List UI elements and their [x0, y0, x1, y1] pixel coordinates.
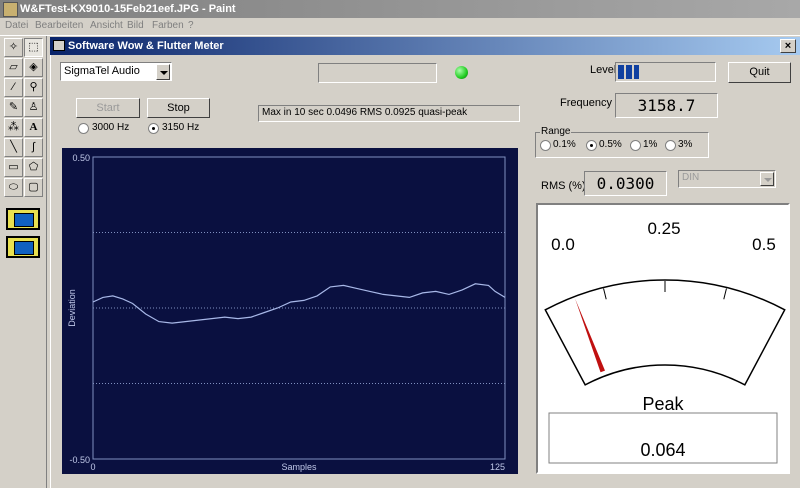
stop-button[interactable]: Stop — [147, 98, 210, 118]
deviation-series-line-0 — [92, 283, 506, 324]
close-icon[interactable]: × — [780, 39, 796, 53]
audio-device-select[interactable]: SigmaTel Audio — [60, 62, 172, 81]
weighting-dropdown-arrow-icon[interactable] — [760, 172, 774, 186]
start-button[interactable]: Start — [76, 98, 140, 118]
freq-option-3000: 3000 Hz — [92, 122, 130, 133]
paint-title-bar[interactable]: W&FTest-KX9010-15Feb21eef.JPG - Paint — [0, 0, 800, 18]
plot-frame — [92, 156, 506, 460]
airbrush-icon[interactable]: ⁂ — [4, 118, 23, 137]
rms-display: 0.0300 — [584, 171, 667, 196]
free-select-icon[interactable]: ✧ — [4, 38, 23, 57]
y-tick-top: 0.50 — [72, 153, 90, 163]
range-radio-0.5[interactable] — [586, 140, 597, 151]
status-text: Max in 10 sec 0.0496 RMS 0.0925 quasi-pe… — [262, 107, 468, 118]
text-tool-icon[interactable]: A — [24, 118, 43, 137]
dropdown-arrow-icon[interactable] — [156, 64, 170, 80]
signal-led-indicator — [455, 66, 468, 79]
peak-label: Peak — [642, 394, 684, 414]
x-tick-right: 125 — [490, 462, 505, 472]
range-option-3: 3% — [678, 139, 693, 150]
freq-radio-3150[interactable] — [148, 123, 159, 134]
peak-meter: 0.0 0.25 0.5 Peak 0.064 — [544, 219, 786, 464]
meter-scale-label-1: 0.25 — [647, 219, 680, 238]
range-option-0.1: 0.1% — [553, 139, 576, 150]
menu-bearbeiten[interactable]: Bearbeiten — [35, 20, 83, 31]
weighting-value: DIN — [682, 172, 700, 183]
menu-datei[interactable]: Datei — [5, 20, 28, 31]
range-label: Range — [540, 126, 572, 137]
app-window-title: Software Wow & Flutter Meter — [68, 40, 224, 52]
meter-scale-label-0: 0.0 — [551, 235, 575, 254]
frequency-label: Frequency — [560, 97, 612, 109]
range-radio-0.1[interactable] — [540, 140, 551, 151]
quit-button[interactable]: Quit — [728, 62, 791, 83]
opaque-mode-icon[interactable] — [6, 236, 40, 258]
y-tick-bottom: -0.50 — [69, 455, 90, 465]
app-icon — [53, 40, 65, 51]
app-title-bar[interactable]: Software Wow & Flutter Meter × — [50, 37, 800, 55]
x-tick-left: 0 — [90, 462, 95, 472]
transparent-mode-icon[interactable] — [6, 208, 40, 230]
paint-menu-bar: Datei Bearbeiten Ansicht Bild Farben ? — [0, 18, 800, 36]
meter-scale-label-2: 0.5 — [752, 235, 776, 254]
menu-ansicht[interactable]: Ansicht — [90, 20, 123, 31]
menu-bild[interactable]: Bild — [127, 20, 144, 31]
weighting-select[interactable]: DIN — [678, 170, 776, 188]
range-option-1: 1% — [643, 139, 658, 150]
deviation-plot: 0.50 -0.500 125 Samples Deviation — [67, 153, 506, 472]
ellipse-icon[interactable]: ⬭ — [4, 178, 23, 197]
freq-option-3150: 3150 Hz — [162, 122, 200, 133]
range-option-0.5: 0.5% — [599, 139, 622, 150]
pencil-icon[interactable]: ✎ — [4, 98, 23, 117]
peak-value: 0.064 — [640, 440, 685, 460]
tool-palette: ✧ ⬚ ▱ ◈ ⁄ ⚲ ✎ ♙ ⁂ A ╲ ∫ ▭ ⬠ ⬭ ▢ — [0, 36, 47, 488]
x-axis-label: Samples — [281, 462, 317, 472]
deviation-graph: 0.50 -0.50 0 125 Samples Deviation — [62, 148, 518, 474]
eraser-icon[interactable]: ▱ — [4, 58, 23, 77]
menu-help[interactable]: ? — [188, 20, 194, 31]
brush-icon[interactable]: ♙ — [24, 98, 43, 117]
frequency-display: 3158.7 — [615, 93, 718, 118]
freq-radio-3000[interactable] — [78, 123, 89, 134]
range-radio-1[interactable] — [630, 140, 641, 151]
level-label: Level — [590, 64, 617, 76]
paint-window-title: W&FTest-KX9010-15Feb21eef.JPG - Paint — [20, 3, 236, 15]
color-picker-icon[interactable]: ⁄ — [4, 78, 23, 97]
curve-icon[interactable]: ∫ — [24, 138, 43, 157]
meter-dial-face — [544, 279, 786, 386]
fill-bucket-icon[interactable]: ◈ — [24, 58, 43, 77]
range-radio-3[interactable] — [665, 140, 676, 151]
magnifier-icon[interactable]: ⚲ — [24, 78, 43, 97]
menu-farben[interactable]: Farben — [152, 20, 184, 31]
polygon-icon[interactable]: ⬠ — [24, 158, 43, 177]
level-bar-fill — [618, 65, 640, 79]
y-axis-label: Deviation — [67, 289, 77, 327]
paint-app-icon — [3, 2, 18, 17]
rectangle-icon[interactable]: ▭ — [4, 158, 23, 177]
level-bar — [615, 62, 716, 82]
rounded-rect-icon[interactable]: ▢ — [24, 178, 43, 197]
status-text-box: Max in 10 sec 0.0496 RMS 0.0925 quasi-pe… — [258, 105, 520, 122]
audio-device-value: SigmaTel Audio — [64, 65, 140, 77]
rect-select-icon[interactable]: ⬚ — [24, 38, 43, 57]
signal-status-box — [318, 63, 437, 83]
peak-meter-panel: 0.0 0.25 0.5 Peak 0.064 — [536, 203, 790, 474]
line-icon[interactable]: ╲ — [4, 138, 23, 157]
rms-label: RMS (%) — [541, 180, 586, 192]
